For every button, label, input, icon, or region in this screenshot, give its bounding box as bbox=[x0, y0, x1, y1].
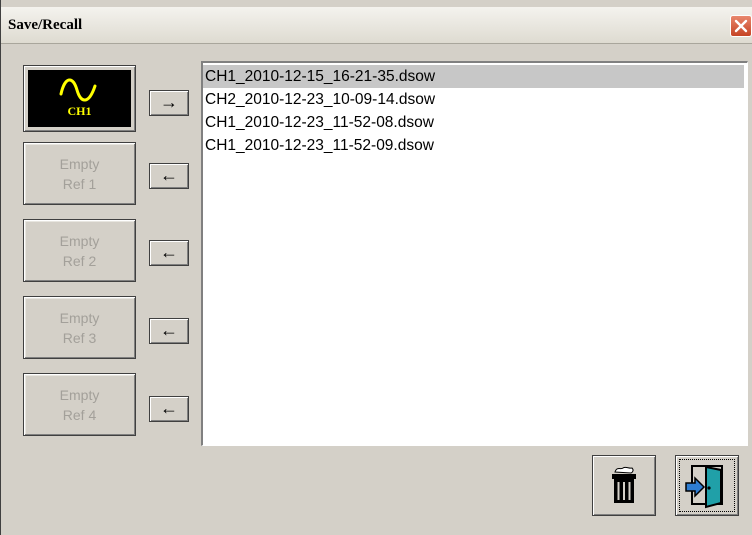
file-list-item[interactable]: CH2_2010-12-23_10-09-14.dsow bbox=[203, 88, 744, 111]
ref4-label: Ref 4 bbox=[62, 407, 97, 423]
ref3-status: Empty bbox=[59, 310, 100, 326]
recall-ref3-button[interactable]: ← bbox=[149, 318, 189, 344]
ref2-status: Empty bbox=[59, 233, 100, 249]
close-button[interactable] bbox=[730, 15, 752, 37]
trash-can-icon bbox=[612, 466, 636, 503]
recall-ref1-button[interactable]: ← bbox=[149, 163, 189, 189]
exit-door-icon bbox=[685, 465, 723, 509]
ref4-button[interactable]: Empty Ref 4 bbox=[23, 373, 136, 436]
ch1-display: CH1 bbox=[28, 70, 131, 127]
ref1-label: Ref 1 bbox=[62, 176, 97, 192]
file-list-item[interactable]: CH1_2010-12-15_16-21-35.dsow bbox=[203, 65, 744, 88]
close-icon bbox=[734, 19, 748, 33]
file-list-item[interactable]: CH1_2010-12-23_11-52-08.dsow bbox=[203, 111, 744, 134]
title-bar[interactable]: Save/Recall bbox=[1, 7, 752, 44]
file-list-item[interactable]: CH1_2010-12-23_11-52-09.dsow bbox=[203, 134, 744, 157]
save-recall-dialog: Save/Recall CH1 → Empty Ref 1 ← Empty Re… bbox=[0, 0, 752, 535]
ref4-status: Empty bbox=[59, 387, 100, 403]
ref2-label: Ref 2 bbox=[62, 253, 97, 269]
file-list[interactable]: CH1_2010-12-15_16-21-35.dsow CH2_2010-12… bbox=[201, 61, 748, 446]
window-title: Save/Recall bbox=[8, 17, 83, 33]
ref1-status: Empty bbox=[59, 156, 100, 172]
delete-button[interactable] bbox=[592, 455, 656, 516]
ref1-button[interactable]: Empty Ref 1 bbox=[23, 142, 136, 205]
ref2-button[interactable]: Empty Ref 2 bbox=[23, 219, 136, 282]
recall-ref4-button[interactable]: ← bbox=[149, 396, 189, 422]
recall-ref2-button[interactable]: ← bbox=[149, 240, 189, 266]
exit-button[interactable] bbox=[675, 455, 739, 516]
save-to-file-button[interactable]: → bbox=[149, 90, 189, 116]
ch1-source-button[interactable]: CH1 bbox=[23, 65, 136, 132]
ref3-button[interactable]: Empty Ref 3 bbox=[23, 296, 136, 359]
sine-wave-icon bbox=[59, 78, 97, 102]
ch1-label: CH1 bbox=[67, 104, 92, 118]
ref3-label: Ref 3 bbox=[62, 330, 97, 346]
